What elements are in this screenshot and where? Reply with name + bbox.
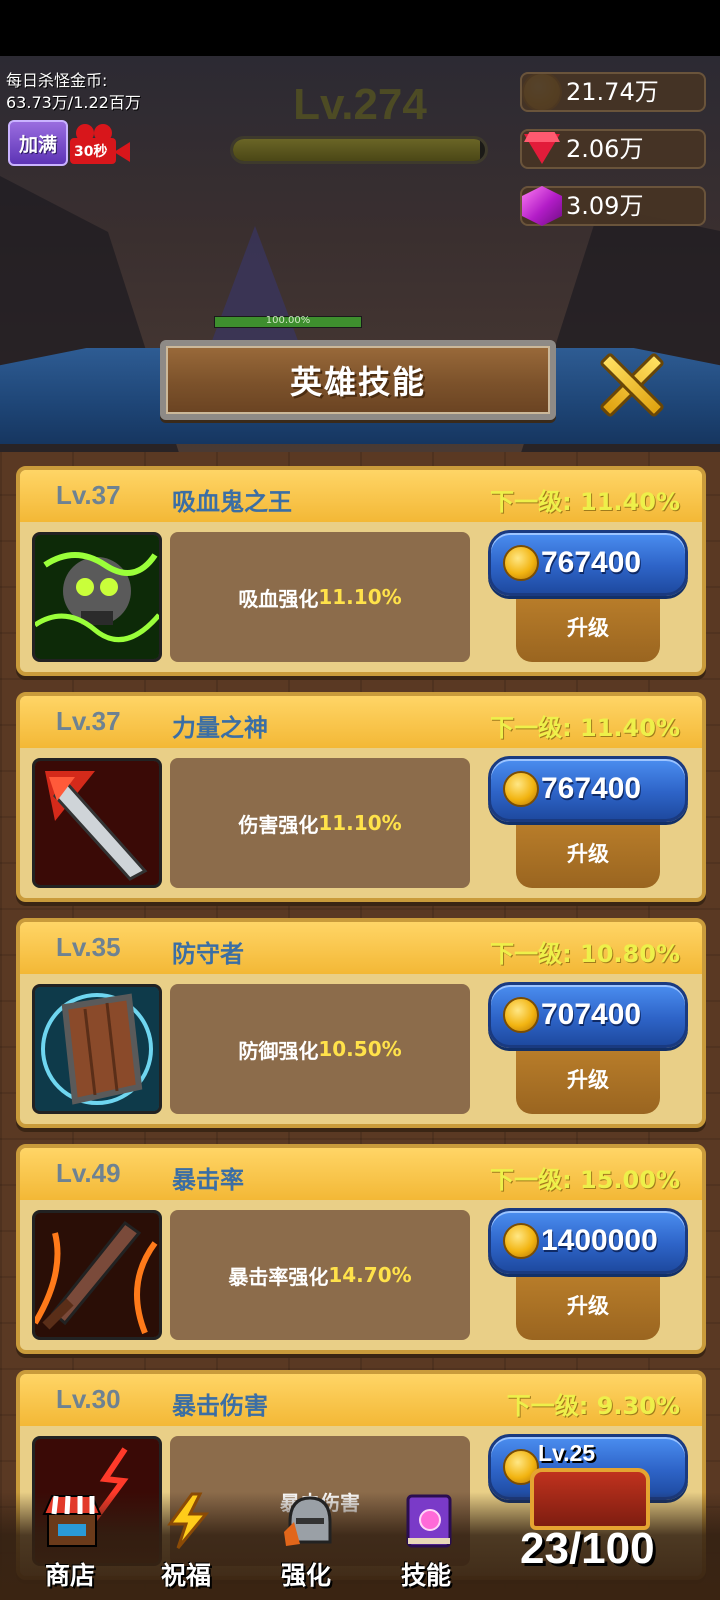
upgrade-control: 升级 767400 xyxy=(488,530,688,668)
armor-helmet-icon xyxy=(284,1496,332,1546)
gold-coin-icon xyxy=(503,771,539,807)
upgrade-cost-button[interactable]: 1400000 xyxy=(488,1208,688,1274)
video-ad-icon[interactable]: 30秒 xyxy=(70,124,132,168)
chest-progress-count: 23/100 xyxy=(520,1524,655,1573)
kill-gold-label: 每日杀怪金币: xyxy=(6,71,108,90)
upgrade-cost-button[interactable]: 767400 xyxy=(488,530,688,596)
experience-bar xyxy=(230,136,488,164)
skill-description: 防御强化 10.50% xyxy=(170,984,470,1114)
skill-level: Lv.37 xyxy=(56,706,121,736)
chest-level: Lv.25 xyxy=(538,1440,596,1466)
gold-coin-icon xyxy=(503,545,539,581)
skill-name: 防守者 xyxy=(172,940,244,968)
skill-next-level: 下一级: 9.30% xyxy=(506,1392,680,1420)
upgrade-cost: 767400 xyxy=(541,772,642,805)
skill-card-vampire-king: Lv.37 吸血鬼之王 下一级: 11.40% 吸血强化 11.10% 升级 76… xyxy=(16,466,706,676)
skill-level: Lv.49 xyxy=(56,1158,121,1188)
wooden-shield-icon xyxy=(32,984,162,1114)
skill-level: Lv.30 xyxy=(56,1384,121,1414)
skill-desc-text: 伤害强化 xyxy=(238,812,319,837)
skill-card-god-of-strength: Lv.37 力量之神 下一级: 11.40% 伤害强化 11.10% 升级 767… xyxy=(16,692,706,902)
spellbook-icon xyxy=(406,1494,452,1548)
skill-desc-percent: 14.70% xyxy=(328,1263,412,1287)
skill-description: 暴击率强化 14.70% xyxy=(170,1210,470,1340)
sword-strike-icon xyxy=(32,758,162,888)
fill-button[interactable]: 加满 xyxy=(8,120,68,166)
treasure-chest-icon xyxy=(530,1468,650,1530)
nav-blessing[interactable]: 祝福 xyxy=(136,1492,236,1600)
close-button[interactable] xyxy=(596,350,666,420)
upgrade-control: 升级 1400000 xyxy=(488,1208,688,1346)
skill-card-defender: Lv.35 防守者 下一级: 10.80% 防御强化 10.50% 升级 7074… xyxy=(16,918,706,1128)
gold-coin-icon xyxy=(503,1223,539,1259)
upgrade-cost: 1400000 xyxy=(541,1224,658,1257)
skill-next-level: 下一级: 11.40% xyxy=(490,714,680,742)
skill-next-level: 下一级: 11.40% xyxy=(490,488,680,516)
lightning-icon xyxy=(167,1492,210,1549)
skill-desc-text: 吸血强化 xyxy=(238,586,319,611)
skill-name: 暴击伤害 xyxy=(172,1392,268,1420)
skill-name: 吸血鬼之王 xyxy=(172,488,292,516)
kill-gold-value: 63.73万/1.22百万 xyxy=(6,93,141,112)
skill-desc-percent: 11.10% xyxy=(318,811,402,835)
nav-skills-label: 技能 xyxy=(400,1561,451,1590)
skill-next-level: 下一级: 10.80% xyxy=(490,940,680,968)
skill-card-crit-rate: Lv.49 暴击率 下一级: 15.00% 暴击率强化 14.70% 升级 140… xyxy=(16,1144,706,1354)
upgrade-cost: 767400 xyxy=(541,546,642,579)
skill-name: 暴击率 xyxy=(172,1166,244,1194)
skill-description: 吸血强化 11.10% xyxy=(170,532,470,662)
shop-stall-icon xyxy=(42,1495,102,1547)
skill-level: Lv.35 xyxy=(56,932,121,962)
skill-desc-percent: 10.50% xyxy=(318,1037,402,1061)
upgrade-control: 升级 707400 xyxy=(488,982,688,1120)
skill-header: Lv.49 暴击率 下一级: 15.00% xyxy=(20,1148,702,1200)
skill-desc-text: 防御强化 xyxy=(238,1038,319,1063)
nav-blessing-label: 祝福 xyxy=(160,1561,211,1590)
upgrade-cost-button[interactable]: 707400 xyxy=(488,982,688,1048)
video-timer: 30秒 xyxy=(74,144,108,160)
skill-header: Lv.37 力量之神 下一级: 11.40% xyxy=(20,696,702,748)
gold-counter[interactable]: 21.74万 xyxy=(520,72,706,112)
flaming-sword-icon xyxy=(32,1210,162,1340)
skill-name: 力量之神 xyxy=(172,714,268,742)
nav-shop-label: 商店 xyxy=(44,1561,95,1590)
nav-shop[interactable]: 商店 xyxy=(20,1492,120,1600)
vampire-skull-icon xyxy=(32,532,162,662)
dialog-title-plank: 英雄技能 xyxy=(160,340,556,420)
nav-enhance[interactable]: 强化 xyxy=(256,1492,356,1600)
ruby-icon xyxy=(522,132,562,166)
upgrade-cost-button[interactable]: 767400 xyxy=(488,756,688,822)
gold-coin-icon xyxy=(503,997,539,1033)
skill-level: Lv.37 xyxy=(56,480,121,510)
skill-desc-percent: 11.10% xyxy=(318,585,402,609)
skill-description: 伤害强化 11.10% xyxy=(170,758,470,888)
skill-header: Lv.37 吸血鬼之王 下一级: 11.40% xyxy=(20,470,702,522)
skills-panel[interactable]: Lv.37 吸血鬼之王 下一级: 11.40% 吸血强化 11.10% 升级 76… xyxy=(0,452,720,1600)
skill-header: Lv.30 暴击伤害 下一级: 9.30% xyxy=(20,1374,702,1426)
experience-fill xyxy=(233,139,480,161)
enemy-hp-bar: 100.00% xyxy=(214,315,362,328)
daily-kill-gold: 每日杀怪金币: 63.73万/1.22百万 xyxy=(6,70,141,114)
status-bar xyxy=(0,0,720,56)
treasure-chest[interactable]: Lv.25 23/100 xyxy=(520,1440,720,1600)
player-level: Lv.274 xyxy=(293,80,427,129)
skill-next-level: 下一级: 15.00% xyxy=(490,1166,680,1194)
skill-desc-text: 暴击率强化 xyxy=(228,1264,329,1289)
dialog-title: 英雄技能 xyxy=(289,363,426,401)
enemy-hp-label: 100.00% xyxy=(265,315,311,326)
upgrade-cost: 707400 xyxy=(541,998,642,1031)
nav-enhance-label: 强化 xyxy=(280,1561,331,1590)
skill-header: Lv.35 防守者 下一级: 10.80% xyxy=(20,922,702,974)
nav-skills[interactable]: 技能 xyxy=(376,1492,476,1600)
upgrade-control: 升级 767400 xyxy=(488,756,688,894)
